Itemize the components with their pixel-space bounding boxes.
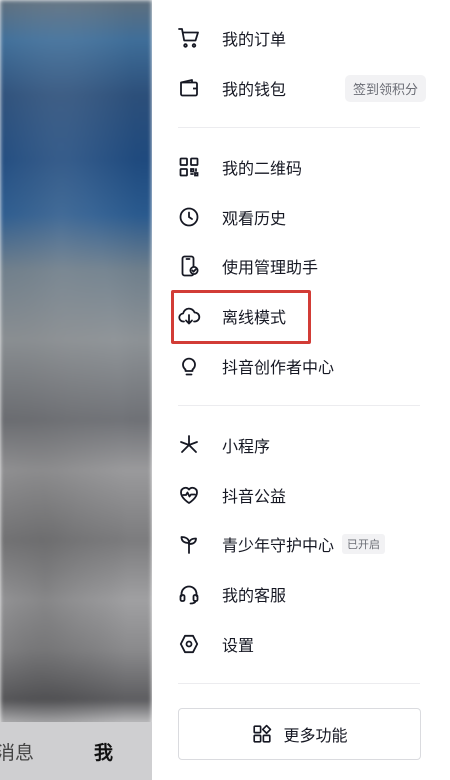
bottom-tab-bar: 消息 我: [0, 722, 152, 780]
menu-item-settings[interactable]: 设置: [176, 624, 426, 664]
highlight-box: [171, 290, 311, 344]
enabled-status-badge: 已开启: [342, 534, 386, 554]
menu-item-label: 青少年守护中心: [222, 536, 335, 555]
qr-code-icon: [176, 154, 202, 180]
section-divider: [178, 683, 420, 684]
heart-pulse-icon: [176, 482, 202, 508]
cart-icon: [176, 25, 202, 51]
menu-item-label: 抖音创作者中心: [222, 358, 335, 377]
menu-item-label: 我的订单: [222, 30, 287, 49]
tab-messages[interactable]: 消息: [0, 738, 34, 765]
headset-icon: [176, 581, 202, 607]
tab-me[interactable]: 我: [94, 738, 113, 765]
section-divider: [178, 405, 420, 406]
menu-item-creator-center[interactable]: 抖音创作者中心: [176, 346, 426, 386]
sprout-icon: [176, 531, 202, 557]
menu-item-label: 我的钱包: [222, 80, 287, 99]
menu-item-label: 抖音公益: [222, 487, 287, 506]
more-functions-label: 更多功能: [283, 726, 348, 745]
menu-item-label: 观看历史: [222, 209, 287, 228]
menu-item-usage-manager[interactable]: 使用管理助手: [176, 246, 426, 286]
menu-item-watch-history[interactable]: 观看历史: [176, 197, 426, 237]
blurred-background-app: [0, 0, 152, 780]
menu-item-label: 我的客服: [222, 586, 287, 605]
asterisk-icon: [176, 432, 202, 458]
hexagon-settings-icon: [176, 631, 202, 657]
section-divider: [178, 127, 420, 128]
wallet-icon: [176, 75, 202, 101]
phone-check-icon: [176, 253, 202, 279]
more-functions-button[interactable]: 更多功能: [178, 708, 421, 760]
side-drawer-menu: 我的订单 我的钱包 签到领积分 我的二维码 观看历史 使用管理助手 离线模式 抖…: [152, 0, 450, 780]
clock-icon: [176, 204, 202, 230]
menu-item-douyin-charity[interactable]: 抖音公益: [176, 475, 426, 515]
apps-icon: [251, 723, 273, 745]
menu-item-mini-programs[interactable]: 小程序: [176, 425, 426, 465]
menu-item-label: 使用管理助手: [222, 258, 319, 277]
menu-item-customer-service[interactable]: 我的客服: [176, 574, 426, 614]
menu-item-my-wallet[interactable]: 我的钱包 签到领积分: [176, 68, 426, 108]
menu-item-youth-protection[interactable]: 青少年守护中心 已开启: [176, 524, 426, 564]
lightbulb-icon: [176, 353, 202, 379]
menu-item-label: 小程序: [222, 437, 271, 456]
menu-item-label: 我的二维码: [222, 159, 303, 178]
menu-item-my-orders[interactable]: 我的订单: [176, 18, 426, 58]
menu-item-my-qr-code[interactable]: 我的二维码: [176, 147, 426, 187]
menu-item-label: 设置: [222, 636, 255, 655]
checkin-points-badge[interactable]: 签到领积分: [344, 74, 426, 102]
